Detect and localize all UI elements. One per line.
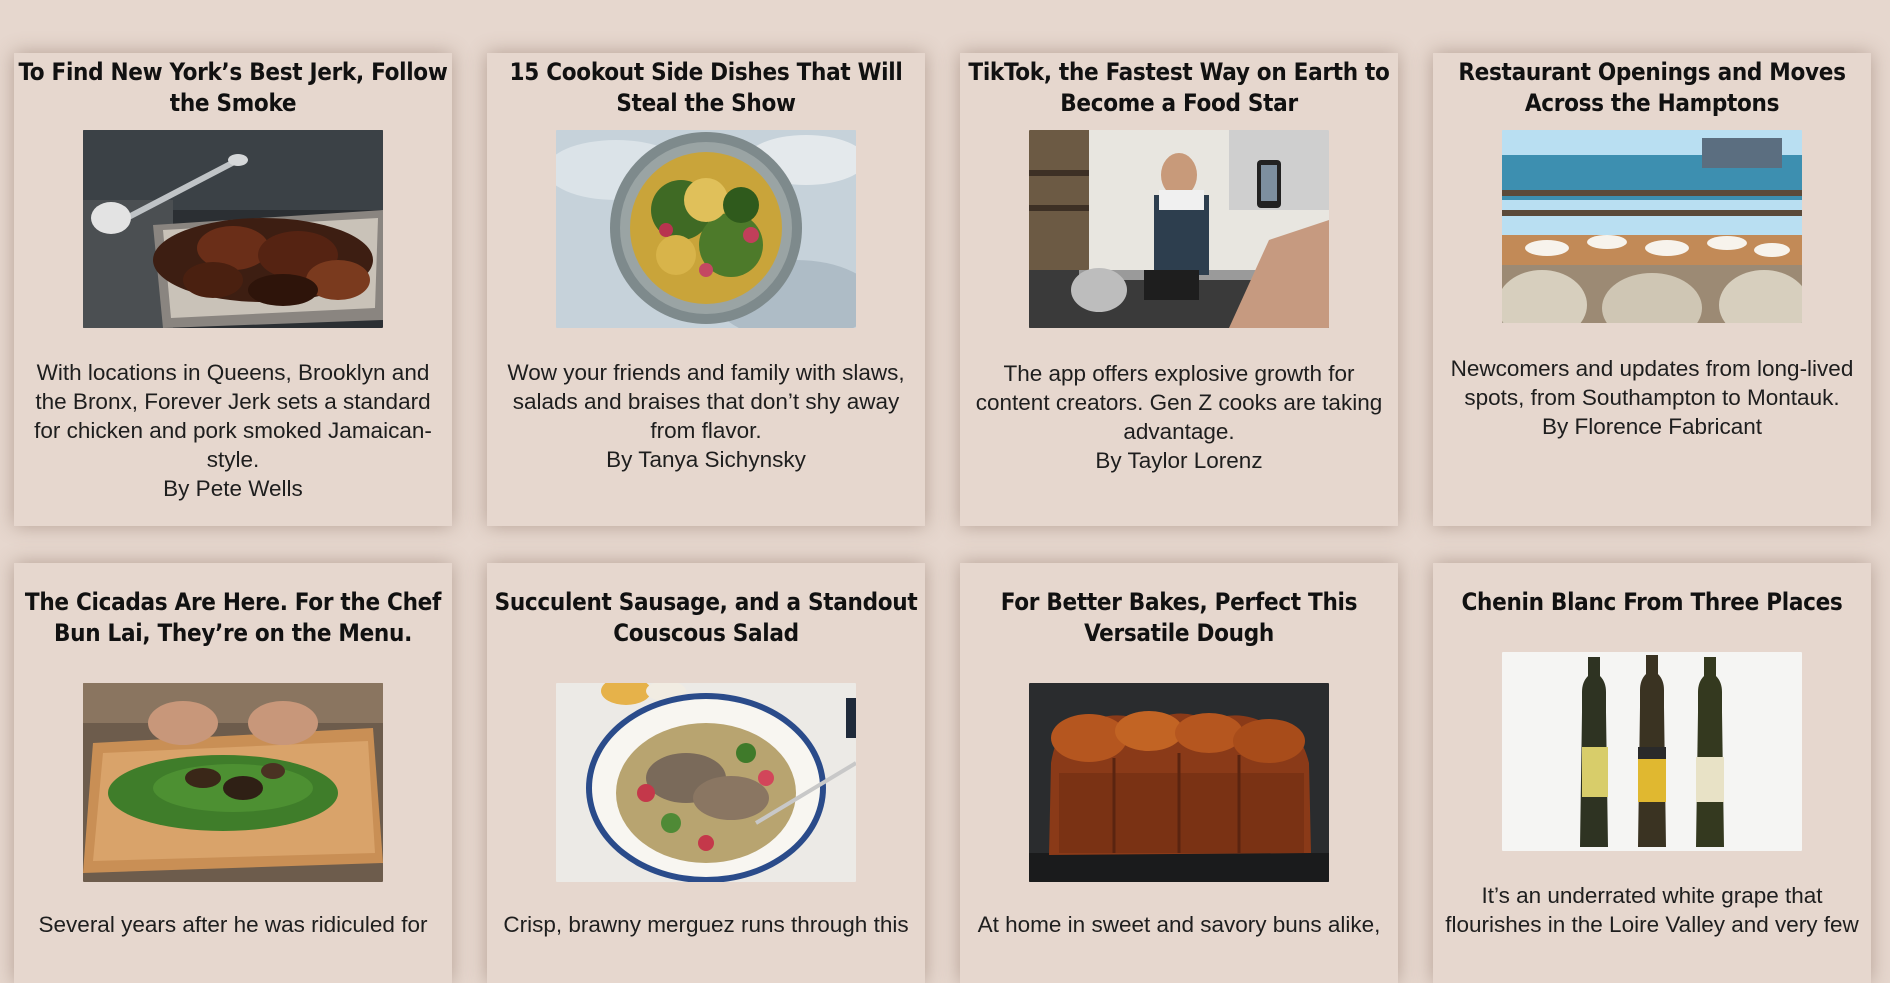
article-title[interactable]: Succulent Sausage, and a Standout Cousco… — [491, 587, 921, 649]
article-summary: Crisp, brawny merguez runs through this — [503, 912, 909, 937]
article-summary: It’s an underrated white grape that flou… — [1445, 883, 1859, 937]
article-image[interactable] — [1502, 652, 1802, 851]
article-image[interactable] — [1502, 130, 1802, 323]
article-description: Newcomers and updates from long-lived sp… — [1443, 354, 1861, 441]
article-image[interactable] — [1029, 130, 1329, 328]
article-summary: Several years after he was ridiculed for — [38, 912, 428, 937]
article-byline[interactable]: By Pete Wells — [24, 474, 442, 503]
article-card[interactable]: TikTok, the Fastest Way on Earth to Beco… — [960, 53, 1398, 526]
article-image[interactable] — [556, 683, 856, 882]
article-byline[interactable]: By Florence Fabricant — [1443, 412, 1861, 441]
article-description: Crisp, brawny merguez runs through this — [497, 910, 915, 939]
article-title[interactable]: 15 Cookout Side Dishes That Will Steal t… — [491, 57, 921, 119]
article-title[interactable]: Chenin Blanc From Three Places — [1437, 587, 1867, 618]
article-description: At home in sweet and savory buns alike, — [970, 910, 1388, 939]
article-description: Several years after he was ridiculed for — [24, 910, 442, 939]
article-title[interactable]: The Cicadas Are Here. For the Chef Bun L… — [18, 587, 448, 649]
article-description: With locations in Queens, Brooklyn and t… — [24, 358, 442, 503]
article-description: It’s an underrated white grape that flou… — [1443, 881, 1861, 939]
article-card[interactable]: The Cicadas Are Here. For the Chef Bun L… — [14, 563, 452, 983]
article-card[interactable]: Restaurant Openings and Moves Across the… — [1433, 53, 1871, 526]
article-summary: At home in sweet and savory buns alike, — [977, 912, 1381, 937]
article-description: Wow your friends and family with slaws, … — [497, 358, 915, 474]
article-summary: With locations in Queens, Brooklyn and t… — [34, 360, 432, 472]
article-summary: Newcomers and updates from long-lived sp… — [1450, 356, 1854, 410]
article-byline[interactable]: By Taylor Lorenz — [970, 446, 1388, 475]
article-card[interactable]: To Find New York’s Best Jerk, Follow the… — [14, 53, 452, 526]
article-card[interactable]: Chenin Blanc From Three Places It’s an u… — [1433, 563, 1871, 983]
article-title[interactable]: To Find New York’s Best Jerk, Follow the… — [18, 57, 448, 119]
article-title[interactable]: Restaurant Openings and Moves Across the… — [1437, 57, 1867, 119]
article-card[interactable]: Succulent Sausage, and a Standout Cousco… — [487, 563, 925, 983]
article-card[interactable]: For Better Bakes, Perfect This Versatile… — [960, 563, 1398, 983]
article-description: The app offers explosive growth for cont… — [970, 359, 1388, 475]
article-card[interactable]: 15 Cookout Side Dishes That Will Steal t… — [487, 53, 925, 526]
article-title[interactable]: For Better Bakes, Perfect This Versatile… — [964, 587, 1394, 649]
article-byline[interactable]: By Tanya Sichynsky — [497, 445, 915, 474]
article-summary: The app offers explosive growth for cont… — [975, 361, 1383, 444]
article-image[interactable] — [556, 130, 856, 328]
article-image[interactable] — [83, 130, 383, 328]
article-title[interactable]: TikTok, the Fastest Way on Earth to Beco… — [964, 57, 1394, 119]
article-image[interactable] — [83, 683, 383, 882]
article-image[interactable] — [1029, 683, 1329, 882]
article-summary: Wow your friends and family with slaws, … — [507, 360, 905, 443]
